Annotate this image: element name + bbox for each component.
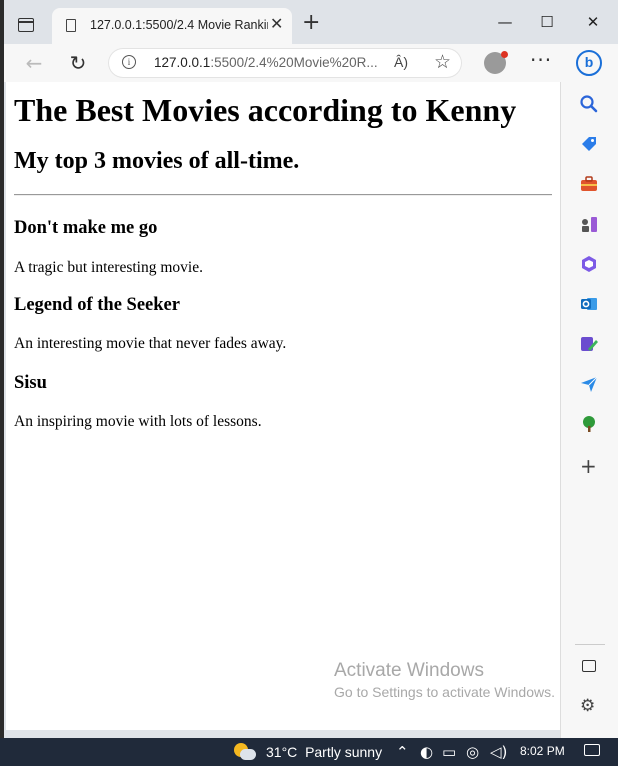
tray-chevron-icon[interactable]: ⌃ xyxy=(396,742,409,762)
favorite-star-icon[interactable]: ☆ xyxy=(434,51,451,73)
tab-strip: 127.0.0.1:5500/2.4 Movie Ranking ✕ + — ☐… xyxy=(4,0,618,44)
clock[interactable]: 8:02 PM xyxy=(520,744,565,758)
temperature: 31°C xyxy=(266,744,298,760)
network-globe-icon[interactable]: ◎ xyxy=(466,742,479,762)
browser-window: 127.0.0.1:5500/2.4 Movie Ranking ✕ + — ☐… xyxy=(4,0,618,738)
page-content: The Best Movies according to Kenny My to… xyxy=(6,82,560,730)
minimize-icon[interactable]: — xyxy=(490,12,520,32)
add-icon[interactable]: + xyxy=(580,456,597,476)
hide-sidebar-icon[interactable] xyxy=(582,660,596,672)
url-path: :5500/2.4%20Movie%20R... xyxy=(210,55,378,70)
browser-tab[interactable]: 127.0.0.1:5500/2.4 Movie Ranking ✕ xyxy=(52,8,292,44)
drop-send-icon[interactable] xyxy=(579,374,599,394)
movie-description-2: An interesting movie that never fades aw… xyxy=(14,335,287,352)
address-bar[interactable]: i 127.0.0.1:5500/2.4%20Movie%20R... Â) … xyxy=(108,48,462,78)
games-chess-icon[interactable] xyxy=(579,214,599,234)
read-aloud-icon[interactable]: Â) xyxy=(394,54,408,70)
page-subtitle: My top 3 movies of all-time. xyxy=(14,148,300,174)
notifications-icon[interactable] xyxy=(584,744,600,756)
taskbar: 31°C Partly sunny ⌃ ◐ ▭ ◎ ◁) 8:02 PM xyxy=(0,738,618,766)
tab-actions-icon[interactable] xyxy=(18,18,34,32)
microsoft-365-icon[interactable] xyxy=(579,254,599,274)
designer-icon[interactable] xyxy=(579,334,599,354)
headset-icon[interactable]: ◐ xyxy=(420,742,433,762)
tab-title: 127.0.0.1:5500/2.4 Movie Ranking xyxy=(90,18,268,32)
toolbar: ← ↻ i 127.0.0.1:5500/2.4%20Movie%20R... … xyxy=(4,44,618,82)
battery-icon[interactable]: ▭ xyxy=(442,742,456,762)
page-title: The Best Movies according to Kenny xyxy=(14,92,517,128)
tools-briefcase-icon[interactable] xyxy=(579,174,599,194)
url-text[interactable]: 127.0.0.1:5500/2.4%20Movie%20R... xyxy=(154,55,378,70)
movie-description-3: An inspiring movie with lots of lessons. xyxy=(14,413,262,430)
url-host: 127.0.0.1 xyxy=(154,55,211,70)
sidebar-divider xyxy=(575,644,605,645)
notification-dot xyxy=(501,51,508,58)
more-menu-icon[interactable]: ··· xyxy=(530,48,552,72)
movie-title-1: Don't make me go xyxy=(14,218,158,238)
weather-widget[interactable]: 31°C Partly sunny xyxy=(266,744,382,760)
page-icon xyxy=(66,19,76,32)
shopping-tag-icon[interactable] xyxy=(579,134,599,154)
movie-title-2: Legend of the Seeker xyxy=(14,295,180,315)
tree-icon[interactable] xyxy=(579,414,599,434)
weather-condition: Partly sunny xyxy=(305,744,383,760)
settings-gear-icon[interactable]: ⚙ xyxy=(580,696,595,716)
maximize-icon[interactable]: ☐ xyxy=(532,12,562,32)
close-window-icon[interactable]: ✕ xyxy=(578,12,608,32)
new-tab-icon[interactable]: + xyxy=(302,12,320,34)
search-icon[interactable] xyxy=(579,94,599,114)
outlook-icon[interactable] xyxy=(579,294,599,314)
close-tab-icon[interactable]: ✕ xyxy=(270,16,283,32)
activate-windows-subtitle: Go to Settings to activate Windows. xyxy=(334,684,555,700)
partly-sunny-icon[interactable] xyxy=(234,741,256,763)
movie-description-1: A tragic but interesting movie. xyxy=(14,259,203,276)
movie-title-3: Sisu xyxy=(14,373,47,393)
site-info-icon[interactable]: i xyxy=(122,55,136,69)
bing-copilot-icon[interactable]: b xyxy=(576,50,602,76)
activate-windows-title: Activate Windows xyxy=(334,660,484,681)
divider xyxy=(14,194,552,196)
back-arrow-icon[interactable]: ← xyxy=(20,50,48,76)
refresh-icon[interactable]: ↻ xyxy=(64,50,92,76)
edge-sidebar: + ⚙ xyxy=(560,82,618,738)
volume-icon[interactable]: ◁) xyxy=(490,742,507,762)
